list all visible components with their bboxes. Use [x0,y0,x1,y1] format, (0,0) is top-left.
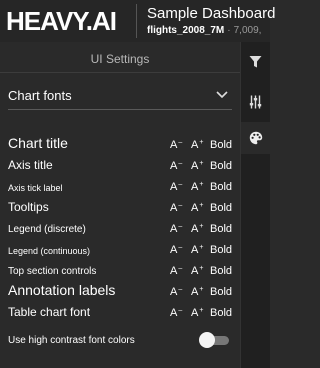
font-row-axis-tick-label: Axis tick label A– A+ Bold [8,176,234,196]
chart-fonts-label: Chart fonts [8,88,72,103]
decrease-font-button[interactable]: A– [170,263,182,277]
increase-font-button[interactable]: A+ [191,179,203,193]
increase-font-button[interactable]: A+ [191,158,203,172]
header-divider [136,4,137,38]
increase-font-button[interactable]: A+ [191,305,203,319]
app-root: HEAVY.AI Sample Dashboard flights_2008_7… [0,0,275,368]
dashboard-title[interactable]: Sample Dashboard [147,5,275,23]
decrease-font-button[interactable]: A– [170,284,182,298]
font-row-label: Tooltips [8,200,49,214]
increase-font-button[interactable]: A+ [191,284,203,298]
decrease-font-button[interactable]: A– [170,221,182,235]
ui-settings-panel: UI Settings Chart fonts Chart title A– A… [0,42,240,368]
bold-font-button[interactable]: Bold [210,307,232,319]
increase-font-button[interactable]: A+ [191,242,203,256]
font-row-label: Axis title [8,158,53,172]
increase-font-button[interactable]: A+ [191,263,203,277]
table-name: flights_2008_7M [147,25,225,36]
toggle-knob [199,332,215,348]
chevron-down-icon [216,91,228,99]
bold-font-button[interactable]: Bold [210,244,232,256]
font-row-axis-title: Axis title A– A+ Bold [8,155,234,175]
decrease-font-button[interactable]: A– [170,158,182,172]
bold-font-button[interactable]: Bold [210,286,232,298]
settings-sliders-button[interactable] [241,86,271,118]
ui-settings-button[interactable] [241,122,271,154]
font-row-label: Annotation labels [8,282,116,298]
record-count: 7,009, [233,25,262,36]
filter-icon [249,56,262,68]
top-header: HEAVY.AI Sample Dashboard flights_2008_7… [0,0,275,42]
sliders-icon [249,95,262,109]
high-contrast-setting: Use high contrast font colors [8,332,234,350]
font-row-label: Legend (continuous) [8,246,91,256]
font-row-legend-discrete: Legend (discrete) A– A+ Bold [8,218,234,238]
decrease-font-button[interactable]: A– [170,242,182,256]
high-contrast-toggle[interactable] [199,332,231,348]
bold-font-button[interactable]: Bold [210,181,232,193]
font-row-label: Chart title [8,135,68,151]
heavyai-logo[interactable]: HEAVY.AI [6,7,117,35]
increase-font-button[interactable]: A+ [191,221,203,235]
font-row-label: Axis tick label [8,183,63,193]
high-contrast-label: Use high contrast font colors [8,335,135,346]
filter-button[interactable] [241,46,271,78]
panel-divider [0,72,240,73]
bold-font-button[interactable]: Bold [210,160,232,172]
bold-font-button[interactable]: Bold [210,265,232,277]
font-row-annotation-labels: Annotation labels A– A+ Bold [8,281,234,301]
chart-fonts-dropdown[interactable]: Chart fonts [8,86,232,110]
font-row-label: Top section controls [8,266,97,277]
panel-title: UI Settings [90,52,150,66]
font-row-legend-continuous: Legend (continuous) A– A+ Bold [8,239,234,259]
decrease-font-button[interactable]: A– [170,179,182,193]
decrease-font-button[interactable]: A– [170,305,182,319]
font-row-label: Table chart font [8,305,91,319]
bold-font-button[interactable]: Bold [210,202,232,214]
increase-font-button[interactable]: A+ [191,200,203,214]
bold-font-button[interactable]: Bold [210,139,232,151]
increase-font-button[interactable]: A+ [191,137,203,151]
font-row-top-section-controls: Top section controls A– A+ Bold [8,260,234,280]
font-row-tooltips: Tooltips A– A+ Bold [8,197,234,217]
font-row-table-chart-font: Table chart font A– A+ Bold [8,302,234,322]
decrease-font-button[interactable]: A– [170,137,182,151]
right-icon-rail [240,42,271,368]
decrease-font-button[interactable]: A– [170,200,182,214]
bold-font-button[interactable]: Bold [210,223,232,235]
subtitle-separator: · [227,25,231,36]
font-row-label: Legend (discrete) [8,224,86,235]
font-row-chart-title: Chart title A– A+ Bold [8,134,234,154]
palette-icon [249,131,263,145]
dashboard-subtitle: flights_2008_7M · 7,009, [147,24,261,37]
